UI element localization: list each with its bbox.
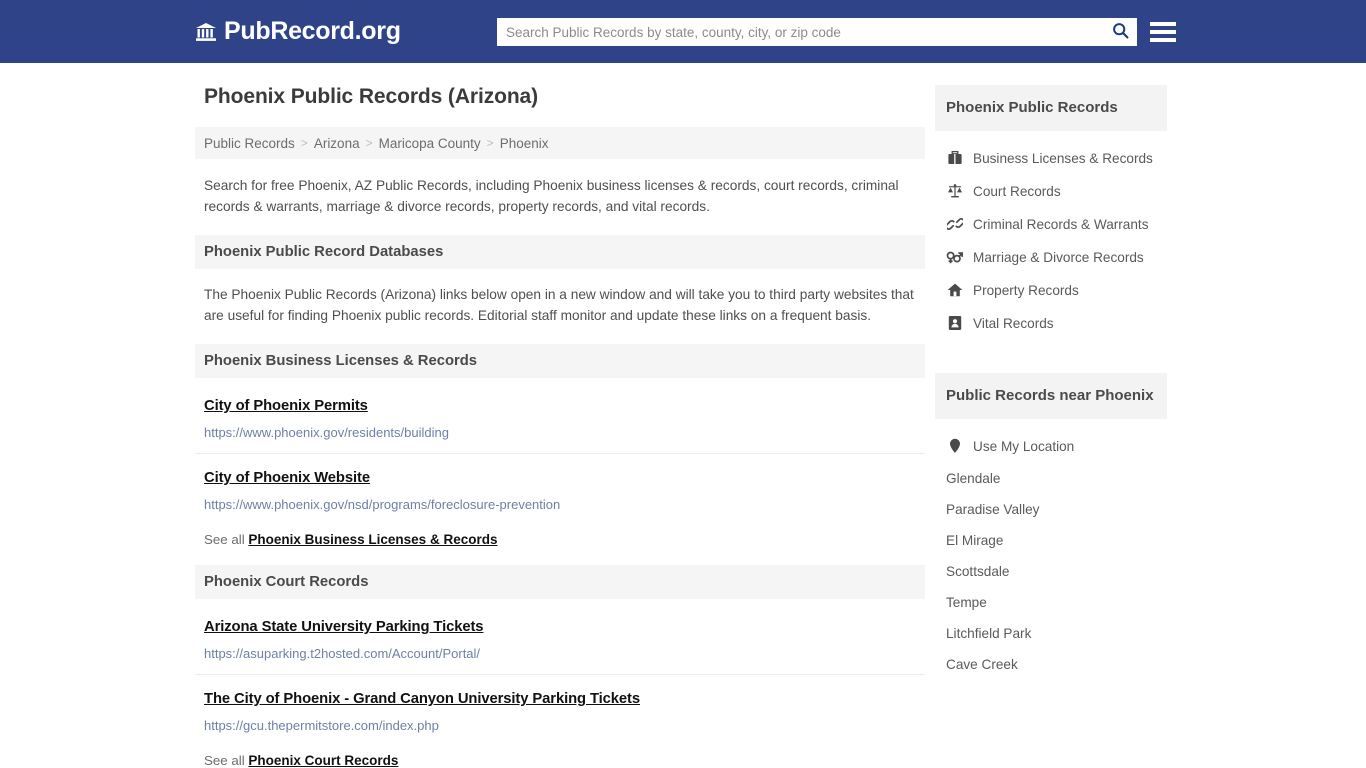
site-logo-link[interactable]: PubRecord.org (195, 19, 401, 44)
section-heading-databases: Phoenix Public Record Databases (195, 235, 925, 270)
nearby-city-scottsdale[interactable]: Scottsdale (935, 556, 1167, 587)
nearby-city-tempe[interactable]: Tempe (935, 587, 1167, 618)
record-link-title[interactable]: City of Phoenix Website (204, 470, 370, 486)
sidebar-item-marriage-divorce[interactable]: Marriage & Divorce Records (935, 241, 1167, 274)
breadcrumb-item-phoenix[interactable]: Phoenix (500, 136, 549, 151)
main-content: Phoenix Public Records (Arizona) Public … (195, 85, 925, 768)
sidebar-item-court-records[interactable]: Court Records (935, 175, 1167, 208)
sidebar-item-label: Vital Records (973, 315, 1054, 331)
breadcrumb: Public Records > Arizona > Maricopa Coun… (195, 127, 925, 159)
list-item: Arizona State University Parking Tickets… (195, 603, 925, 676)
intro-paragraph: Search for free Phoenix, AZ Public Recor… (204, 178, 899, 214)
search-bar[interactable] (497, 18, 1137, 46)
sidebar-records-list: Business Licenses & Records Court Record… (935, 142, 1167, 340)
see-all-prefix: See all (204, 532, 245, 548)
section-heading-business-licenses: Phoenix Business Licenses & Records (195, 344, 925, 379)
hamburger-menu-icon[interactable] (1150, 18, 1176, 46)
page-title: Phoenix Public Records (Arizona) (204, 85, 539, 108)
breadcrumb-item-arizona[interactable]: Arizona (314, 136, 360, 151)
hamburger-bar (1150, 38, 1176, 42)
see-all-link[interactable]: Phoenix Court Records (248, 753, 398, 768)
id-card-icon (946, 315, 963, 332)
nearby-city-cave-creek[interactable]: Cave Creek (935, 649, 1167, 680)
sidebar-nearby-list: Use My Location Glendale Paradise Valley… (935, 430, 1167, 680)
link-list-business-licenses: City of Phoenix Permits https://www.phoe… (195, 382, 925, 518)
search-input[interactable] (497, 19, 1103, 45)
breadcrumb-separator: > (300, 136, 308, 150)
nearby-city-paradise-valley[interactable]: Paradise Valley (935, 494, 1167, 525)
venus-mars-icon (946, 249, 963, 266)
sidebar: Phoenix Public Records Business Licenses… (935, 85, 1167, 768)
nearby-city-el-mirage[interactable]: El Mirage (935, 525, 1167, 556)
sidebar-item-criminal-records[interactable]: Criminal Records & Warrants (935, 208, 1167, 241)
use-my-location-button[interactable]: Use My Location (935, 430, 1167, 463)
record-link-title[interactable]: Arizona State University Parking Tickets (204, 619, 484, 635)
hamburger-bar (1150, 30, 1176, 34)
nearby-city-litchfield-park[interactable]: Litchfield Park (935, 618, 1167, 649)
see-all-prefix: See all (204, 753, 245, 768)
nearby-city-glendale[interactable]: Glendale (935, 463, 1167, 494)
balance-scale-icon (946, 183, 963, 200)
hamburger-bar (1150, 22, 1176, 26)
sidebar-item-label: Court Records (973, 183, 1061, 199)
link-list-court-records: Arizona State University Parking Tickets… (195, 603, 925, 739)
sidebar-item-property-records[interactable]: Property Records (935, 274, 1167, 307)
see-all-link[interactable]: Phoenix Business Licenses & Records (248, 532, 497, 547)
section-heading-court-records: Phoenix Court Records (195, 565, 925, 600)
bank-building-icon (195, 21, 217, 43)
list-item: The City of Phoenix - Grand Canyon Unive… (195, 675, 925, 739)
breadcrumb-item-maricopa-county[interactable]: Maricopa County (379, 136, 481, 151)
record-link-title[interactable]: City of Phoenix Permits (204, 398, 368, 414)
site-header: PubRecord.org (0, 0, 1366, 63)
sidebar-item-vital-records[interactable]: Vital Records (935, 307, 1167, 340)
sidebar-item-business-licenses[interactable]: Business Licenses & Records (935, 142, 1167, 175)
record-link-title[interactable]: The City of Phoenix - Grand Canyon Unive… (204, 691, 640, 707)
search-button[interactable] (1103, 18, 1137, 46)
chain-link-icon (946, 216, 963, 233)
use-my-location-label: Use My Location (973, 438, 1075, 454)
sidebar-item-label: Property Records (973, 282, 1079, 298)
list-item: City of Phoenix Permits https://www.phoe… (195, 382, 925, 455)
sidebar-heading-records: Phoenix Public Records (935, 85, 1167, 131)
breadcrumb-separator: > (486, 136, 494, 150)
map-pin-icon (946, 438, 963, 455)
sidebar-item-label: Criminal Records & Warrants (973, 216, 1149, 232)
sidebar-item-label: Marriage & Divorce Records (973, 249, 1144, 265)
site-logo-text: PubRecord.org (224, 17, 401, 45)
briefcase-icon (946, 150, 963, 167)
sidebar-heading-near: Public Records near Phoenix (935, 372, 1167, 419)
breadcrumb-separator: > (365, 136, 373, 150)
record-link-url[interactable]: https://asuparking.t2hosted.com/Account/… (204, 646, 916, 661)
see-all-court-records: See all Phoenix Court Records (204, 753, 916, 768)
databases-description: The Phoenix Public Records (Arizona) lin… (204, 287, 914, 323)
see-all-business-licenses: See all Phoenix Business Licenses & Reco… (204, 532, 916, 547)
search-icon (1112, 22, 1129, 42)
sidebar-nearby-block: Public Records near Phoenix Use My Locat… (935, 372, 1167, 680)
breadcrumb-item-public-records[interactable]: Public Records (204, 136, 295, 151)
home-icon (946, 282, 963, 299)
sidebar-item-label: Business Licenses & Records (973, 150, 1153, 166)
record-link-url[interactable]: https://www.phoenix.gov/residents/buildi… (204, 425, 916, 440)
record-link-url[interactable]: https://gcu.thepermitstore.com/index.php (204, 718, 916, 733)
record-link-url[interactable]: https://www.phoenix.gov/nsd/programs/for… (204, 497, 916, 512)
page-body: Phoenix Public Records (Arizona) Public … (0, 63, 1366, 768)
list-item: City of Phoenix Website https://www.phoe… (195, 454, 925, 518)
